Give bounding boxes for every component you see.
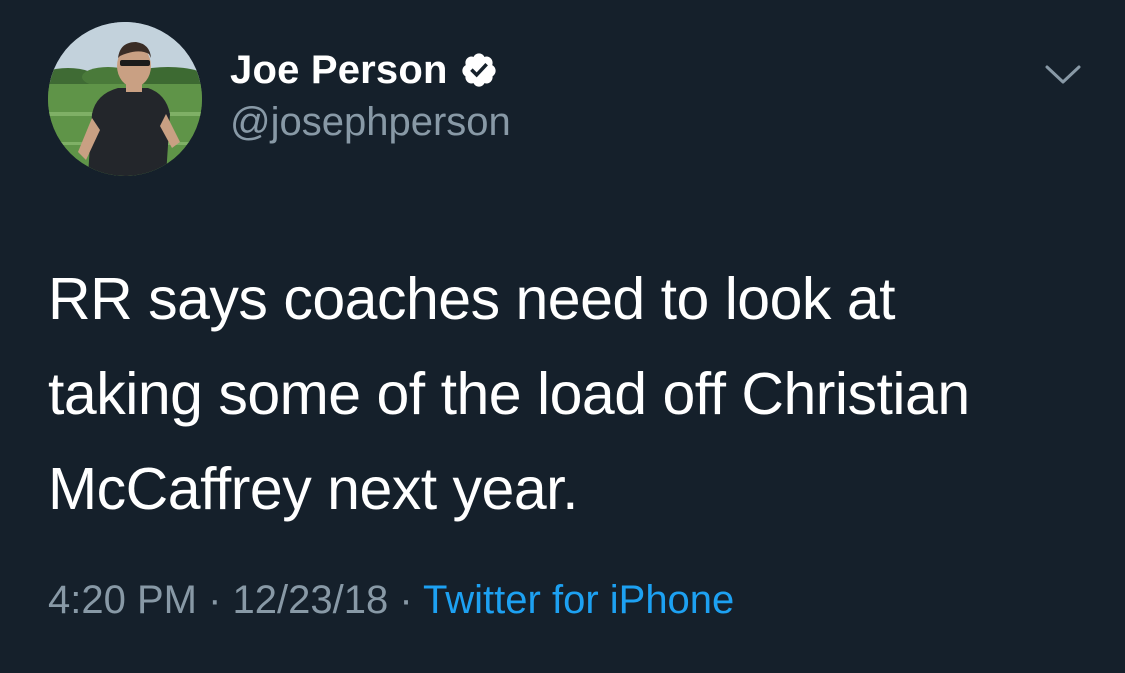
meta-separator: · [388, 578, 424, 622]
tweet-text: RR says coaches need to look at taking s… [48, 252, 1088, 537]
verified-badge-icon [460, 51, 498, 89]
display-name[interactable]: Joe Person [230, 48, 448, 93]
chevron-down-icon[interactable] [1044, 62, 1082, 88]
tweet-date[interactable]: 12/23/18 [233, 578, 389, 622]
avatar-photo [48, 22, 202, 176]
tweet-source-link[interactable]: Twitter for iPhone [423, 578, 734, 622]
author-handle[interactable]: @josephperson [230, 100, 511, 145]
tweet-time[interactable]: 4:20 PM [48, 578, 197, 622]
meta-separator: · [196, 578, 233, 622]
tweet-text-line: McCaffrey next year. [48, 456, 578, 522]
author-name-row[interactable]: Joe Person [230, 44, 498, 96]
tweet-text-line: taking some of the load off Christian [48, 361, 970, 427]
tweet-text-line: RR says coaches need to look at [48, 266, 896, 332]
tweet-meta: 4:20 PM · 12/23/18 · Twitter for iPhone [48, 578, 734, 623]
avatar[interactable] [48, 22, 202, 176]
tweet-card: Joe Person @josephperson RR says coaches… [0, 0, 1125, 673]
